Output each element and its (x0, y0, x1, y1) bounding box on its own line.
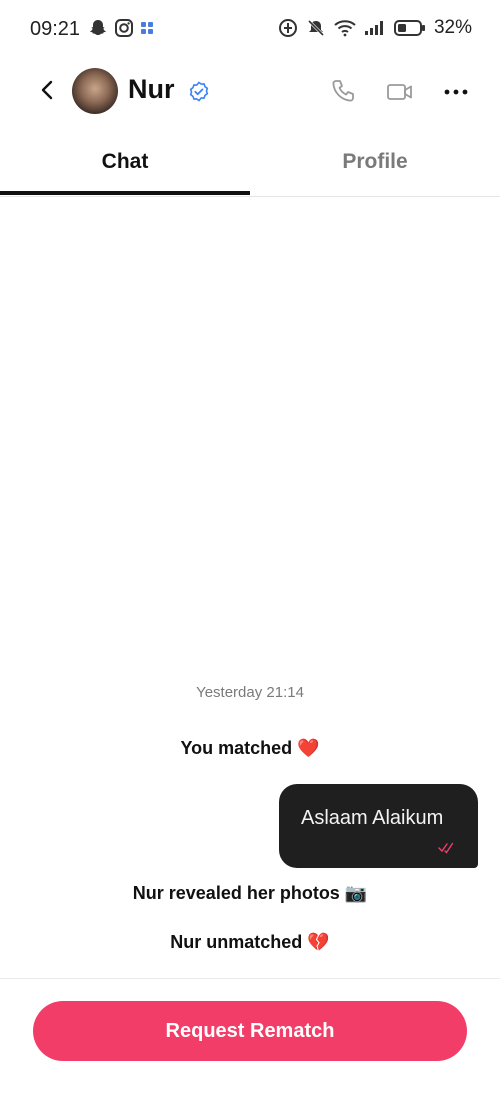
active-tab-indicator (0, 191, 250, 195)
footer-divider (0, 978, 500, 979)
message-timestamp: Yesterday 21:14 (196, 684, 304, 701)
chat-header: Nur (0, 60, 500, 122)
match-event: You matched ❤️ (180, 738, 320, 758)
data-saver-icon (278, 19, 297, 37)
instagram-icon (115, 19, 133, 37)
snapchat-icon (90, 20, 106, 36)
read-receipt-icon (438, 842, 454, 854)
battery-icon (393, 20, 425, 36)
status-icons-left (88, 18, 154, 38)
signal-icon (364, 21, 383, 35)
message-text: Aslaam Alaikum (301, 807, 444, 829)
request-rematch-button[interactable]: Request Rematch (33, 1001, 467, 1061)
contact-name[interactable]: Nur (128, 74, 175, 105)
battery-percentage: 32% (433, 17, 472, 38)
video-icon[interactable] (386, 78, 414, 106)
more-icon[interactable] (442, 78, 470, 106)
tab-profile[interactable]: Profile (250, 134, 500, 194)
verified-badge-icon (189, 81, 209, 102)
mute-icon (307, 19, 325, 37)
unmatch-event: Nur unmatched 💔 (170, 932, 330, 952)
phone-icon[interactable] (330, 78, 358, 106)
back-arrow-icon[interactable] (36, 76, 60, 104)
app-grid-icon (141, 22, 153, 34)
tab-bar: Chat Profile (0, 134, 500, 197)
tab-chat[interactable]: Chat (0, 134, 250, 194)
status-icons-right: 32% (278, 17, 472, 39)
outgoing-message-bubble[interactable]: Aslaam Alaikum (279, 784, 478, 868)
status-time: 09:21 (30, 18, 81, 40)
wifi-icon (334, 20, 356, 37)
avatar[interactable] (72, 68, 118, 114)
status-bar: 09:21 32% (0, 0, 500, 60)
photos-revealed-event: Nur revealed her photos 📷 (132, 883, 368, 903)
